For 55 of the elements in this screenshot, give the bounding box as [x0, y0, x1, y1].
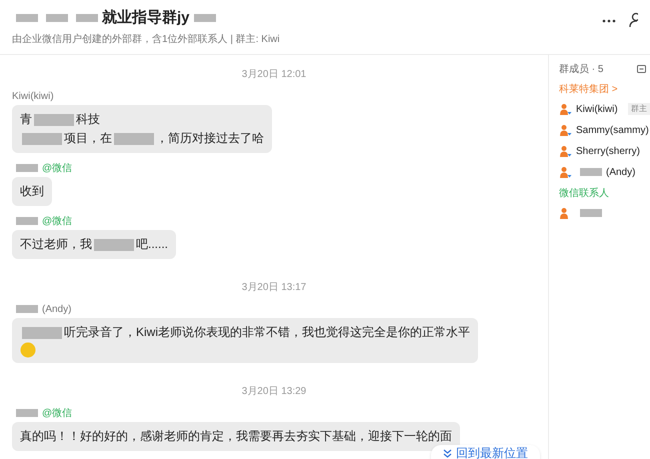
redaction-block	[16, 409, 38, 417]
redaction-block	[194, 14, 216, 22]
text: Sherry(sherry)	[576, 144, 640, 158]
wechat-tag: @微信	[42, 160, 72, 176]
member-item[interactable]: Sherry(sherry)	[559, 144, 650, 158]
text: 真的吗！！好的好的，感谢老师的肯定，我需要再去夯实下基础，迎接下一轮的面	[20, 428, 452, 445]
members-title: 群成员 · 5	[559, 62, 604, 76]
redaction-block	[16, 14, 38, 22]
redaction-block	[580, 209, 602, 217]
message-icon[interactable]	[637, 65, 646, 73]
redaction-block	[22, 132, 62, 144]
member-item[interactable]: Sammy(sammy)	[559, 123, 650, 137]
redaction-block	[580, 168, 602, 176]
owner-badge: 群主	[628, 103, 650, 115]
person-icon	[559, 144, 572, 158]
text: ，简历对接过去了哈	[156, 130, 264, 147]
person-icon	[559, 124, 572, 136]
text: 收到	[20, 183, 44, 200]
timestamp: 3月20日 12:01	[242, 68, 306, 82]
text: 项目，在	[64, 130, 112, 147]
person-icon[interactable]	[628, 12, 638, 28]
timestamp: 3月20日 13:17	[242, 281, 306, 295]
text: (Andy)	[606, 166, 636, 180]
wechat-tag: @微信	[42, 406, 72, 420]
redaction-block	[114, 132, 154, 144]
redaction-block	[22, 326, 62, 338]
text: 科技	[76, 111, 100, 128]
text: Sammy(sammy)	[576, 124, 649, 138]
person-icon	[559, 166, 572, 178]
redaction-block	[16, 305, 38, 313]
jump-to-latest-button[interactable]: 回到最新位置	[431, 445, 540, 459]
text: Kiwi(kiwi)	[12, 90, 54, 104]
member-item[interactable]: Kiwi(kiwi) 群主	[559, 102, 650, 116]
text: 就业指导群jy	[102, 8, 190, 28]
redaction-block	[46, 14, 68, 22]
text: 吧......	[136, 236, 168, 253]
text: Kiwi(kiwi)	[576, 102, 618, 116]
text: 听完录音了，Kiwi老师说你表现的非常不错，我也觉得这完全是你的正常水平	[64, 324, 470, 341]
more-icon	[602, 19, 616, 23]
chat-subtitle: 由企业微信用户创建的外部群，含1位外部联系人 | 群主: Kiwi	[12, 32, 281, 47]
emoji-icon	[20, 342, 36, 358]
wechat-tag: @微信	[42, 214, 72, 228]
redaction-block	[34, 114, 74, 126]
text: 不过老师，我	[20, 236, 92, 253]
redaction-block	[76, 14, 98, 22]
text: (Andy)	[42, 302, 72, 316]
person-icon	[559, 102, 572, 116]
timestamp: 3月20日 13:29	[242, 385, 306, 399]
text: 青	[20, 111, 32, 128]
member-item[interactable]: (Andy)	[559, 165, 650, 179]
redaction-block	[16, 164, 38, 172]
group-heading: 微信联系人	[559, 186, 610, 201]
redaction-block	[16, 217, 38, 225]
double-chevron-down-icon	[443, 448, 452, 458]
redaction-block	[94, 238, 134, 250]
